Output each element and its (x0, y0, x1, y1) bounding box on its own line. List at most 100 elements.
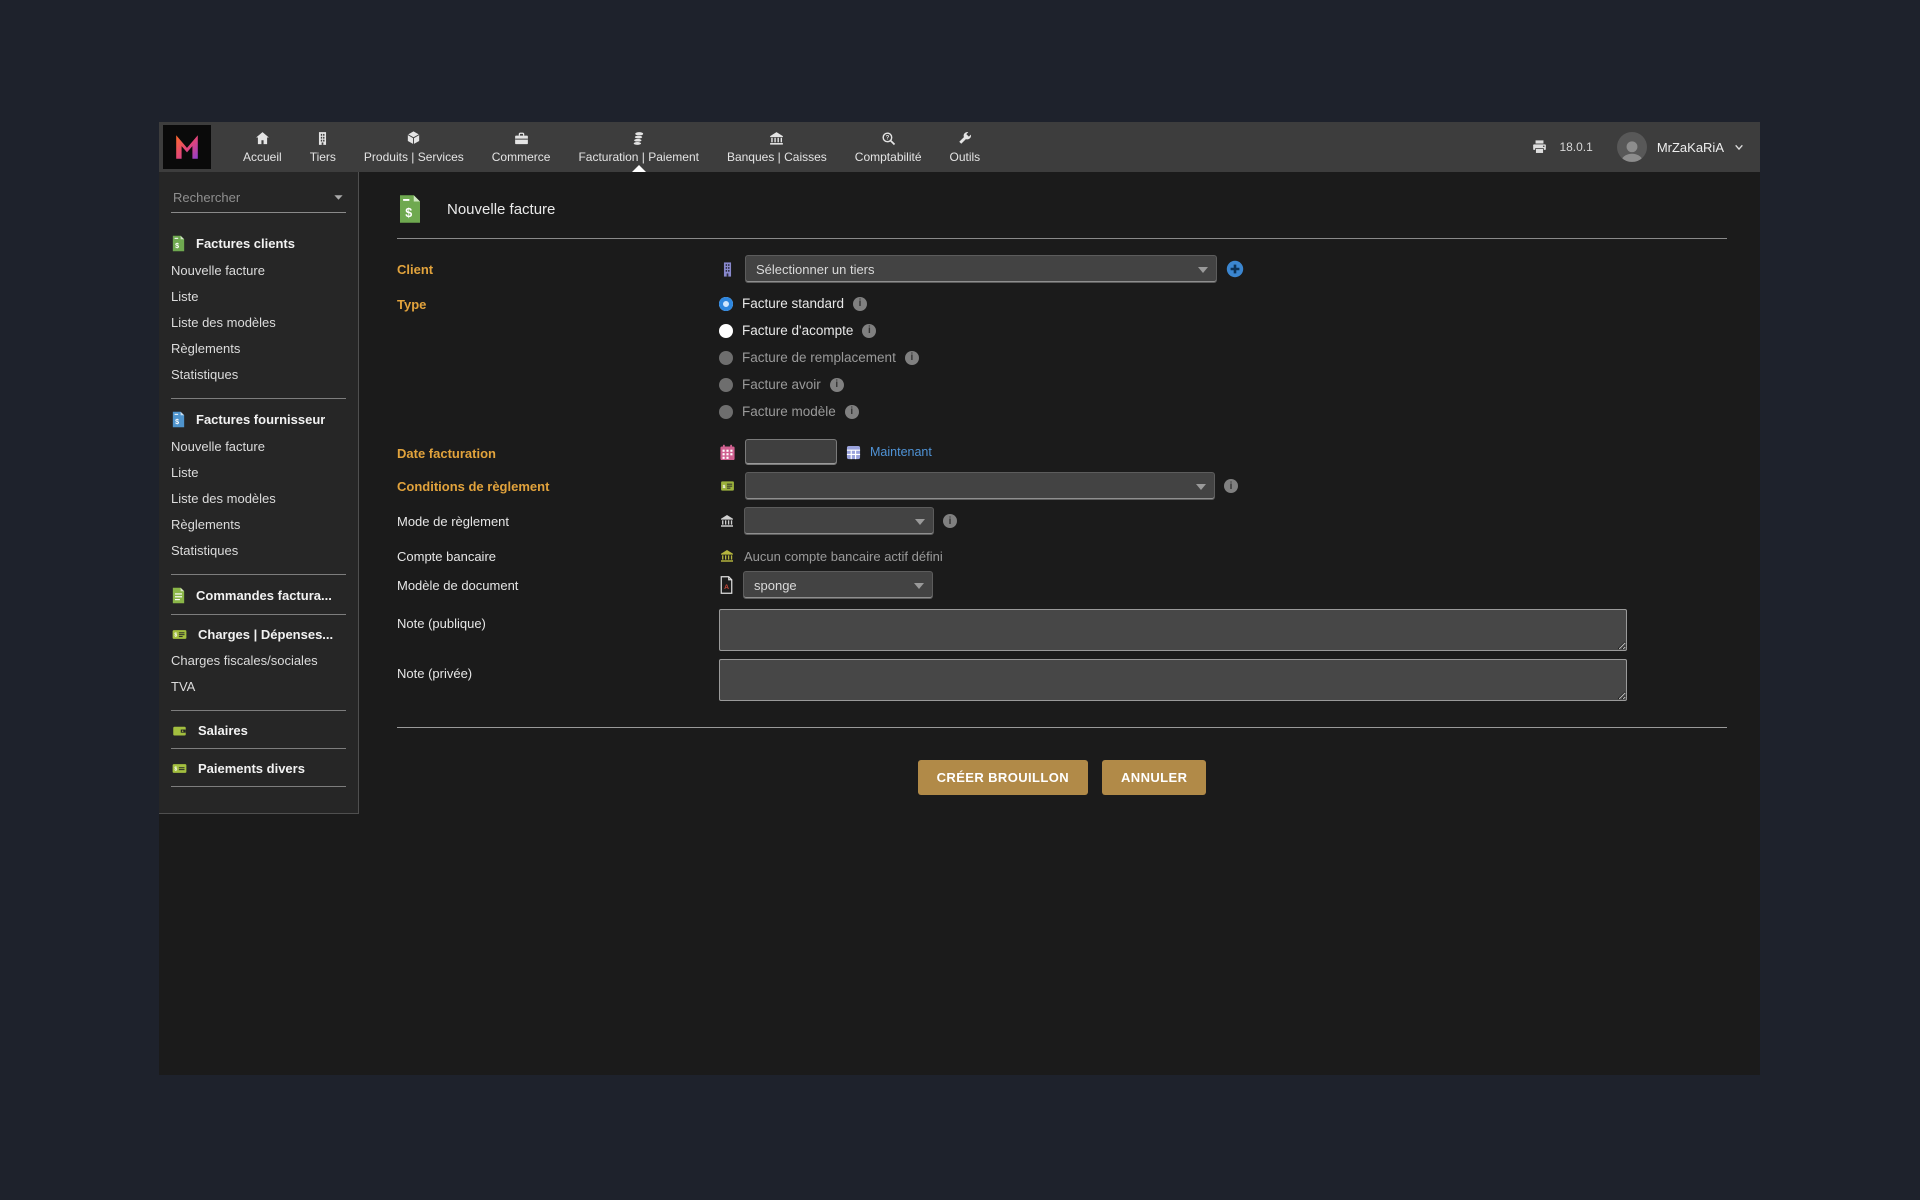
info-icon[interactable]: i (830, 378, 844, 392)
radio-selected[interactable] (719, 297, 733, 311)
nav-item-banques-caisses[interactable]: Banques | Caisses (713, 122, 841, 172)
bill-green-icon: $ (171, 761, 188, 776)
sidebar-item-reglements[interactable]: Règlements (171, 336, 346, 362)
invoice-green-icon: $ (171, 235, 186, 252)
nav-item-label: Banques | Caisses (727, 150, 827, 164)
sidebar-divider (171, 748, 346, 749)
create-draft-button[interactable]: CRÉER BROUILLON (918, 760, 1088, 795)
chevron-down-icon (1198, 267, 1208, 273)
printer-icon[interactable] (1530, 138, 1549, 157)
sidebar-item-liste-des-modeles[interactable]: Liste des modèles (171, 310, 346, 336)
chevron-down-icon (915, 519, 925, 525)
info-icon[interactable]: i (943, 514, 957, 528)
page-title-row: $ Nouvelle facture (397, 194, 1727, 224)
type-option-facture-acompte: Facture d'acompte i (719, 317, 919, 344)
wrench-icon (956, 130, 973, 147)
title-separator (397, 238, 1727, 239)
mars-logo-icon (169, 129, 205, 165)
nav-item-produits-services[interactable]: Produits | Services (350, 122, 478, 172)
invoice-blue-icon: $ (171, 411, 186, 428)
sidebar-item-statistiques[interactable]: Statistiques (171, 538, 346, 564)
calendar-icon (719, 444, 736, 461)
svg-text:$: $ (723, 484, 726, 490)
sidebar-divider (171, 574, 346, 575)
sidebar-section-title: Charges | Dépenses... (198, 627, 333, 642)
sidebar-section-paiements-divers[interactable]: $ Paiements divers (171, 761, 346, 776)
now-link[interactable]: Maintenant (870, 445, 932, 459)
sidebar-section-factures-clients[interactable]: $ Factures clients (171, 235, 346, 252)
date-facturation-label: Date facturation (397, 439, 719, 461)
sidebar-section-title: Salaires (198, 723, 248, 738)
radio-unselected[interactable] (719, 324, 733, 338)
sidebar-item-tva[interactable]: TVA (171, 674, 346, 700)
sidebar-divider (171, 710, 346, 711)
nav-item-comptabilite[interactable]: ? Comptabilité (841, 122, 936, 172)
datepicker-icon[interactable] (846, 445, 861, 460)
sidebar-item-liste[interactable]: Liste (171, 284, 346, 310)
user-avatar[interactable] (1617, 132, 1647, 162)
note-publique-label: Note (publique) (397, 609, 719, 631)
info-icon[interactable]: i (1224, 479, 1238, 493)
sidebar-item-statistiques[interactable]: Statistiques (171, 362, 346, 388)
nav-item-label: Produits | Services (364, 150, 464, 164)
nav-item-outils[interactable]: Outils (936, 122, 995, 172)
info-icon[interactable]: i (905, 351, 919, 365)
type-option-facture-modele: Facture modèle i (719, 398, 919, 425)
sidebar-item-charges-fiscales-sociales[interactable]: Charges fiscales/sociales (171, 648, 346, 674)
version-label: 18.0.1 (1559, 140, 1592, 154)
sidebar-section-charges-depenses[interactable]: $ Charges | Dépenses... (171, 627, 346, 642)
sidebar-divider (171, 786, 346, 787)
sidebar-item-liste[interactable]: Liste (171, 460, 346, 486)
sidebar-section-factures-fournisseur[interactable]: $ Factures fournisseur (171, 411, 346, 428)
doc-model-select[interactable]: sponge (743, 571, 933, 599)
sidebar-item-liste-des-modeles[interactable]: Liste des modèles (171, 486, 346, 512)
pdf-file-icon: A (719, 576, 734, 594)
chevron-down-icon[interactable] (1734, 142, 1744, 152)
main-content: $ Nouvelle facture Client Sélectionner u… (359, 172, 1760, 1075)
note-privee-textarea[interactable] (719, 659, 1627, 701)
invoice-green-icon: $ (397, 194, 423, 224)
nav-item-commerce[interactable]: Commerce (478, 122, 565, 172)
info-icon[interactable]: i (845, 405, 859, 419)
add-thirdparty-icon[interactable] (1226, 260, 1244, 278)
date-input[interactable] (745, 439, 837, 465)
nav-item-facturation-paiement[interactable]: Facturation | Paiement (564, 122, 713, 172)
app-logo[interactable] (163, 125, 211, 169)
option-label: Facture modèle (742, 404, 836, 419)
option-label: Facture avoir (742, 377, 821, 392)
bottom-separator (397, 727, 1727, 728)
client-select[interactable]: Sélectionner un tiers (745, 255, 1217, 283)
nav-item-label: Commerce (492, 150, 551, 164)
type-option-facture-remplacement: Facture de remplacement i (719, 344, 919, 371)
compte-bancaire-label: Compte bancaire (397, 542, 719, 564)
payment-mode-select[interactable] (744, 507, 934, 535)
radio-disabled (719, 405, 733, 419)
nav-item-label: Outils (950, 150, 981, 164)
nav-item-tiers[interactable]: Tiers (296, 122, 350, 172)
nav-item-accueil[interactable]: Accueil (229, 122, 296, 172)
sidebar-section-commandes-facturables[interactable]: Commandes factura... (171, 587, 346, 604)
sidebar-section-title: Factures fournisseur (196, 412, 325, 427)
svg-text:?: ? (885, 135, 889, 141)
sidebar-search-select[interactable]: Rechercher (171, 186, 346, 213)
svg-text:$: $ (405, 206, 412, 220)
bank-account-icon (719, 548, 735, 564)
sidebar-item-nouvelle-facture[interactable]: Nouvelle facture (171, 258, 346, 284)
radio-disabled (719, 351, 733, 365)
left-sidebar: Rechercher $ Factures clients Nouvelle f… (159, 172, 359, 814)
sidebar-item-reglements[interactable]: Règlements (171, 512, 346, 538)
info-icon[interactable]: i (853, 297, 867, 311)
sidebar-item-nouvelle-facture[interactable]: Nouvelle facture (171, 434, 346, 460)
info-icon[interactable]: i (862, 324, 876, 338)
cube-icon (405, 130, 422, 147)
note-privee-label: Note (privée) (397, 659, 719, 681)
payment-terms-select[interactable] (745, 472, 1215, 500)
active-menu-caret (632, 165, 646, 172)
cancel-button[interactable]: ANNULER (1102, 760, 1206, 795)
sidebar-section-salaires[interactable]: Salaires (171, 723, 346, 738)
wallet-green-icon (171, 723, 188, 738)
note-publique-textarea[interactable] (719, 609, 1627, 651)
bill-green-icon: $ (171, 627, 188, 642)
username-label[interactable]: MrZaKaRiA (1657, 140, 1724, 155)
option-label: Facture standard (742, 296, 844, 311)
